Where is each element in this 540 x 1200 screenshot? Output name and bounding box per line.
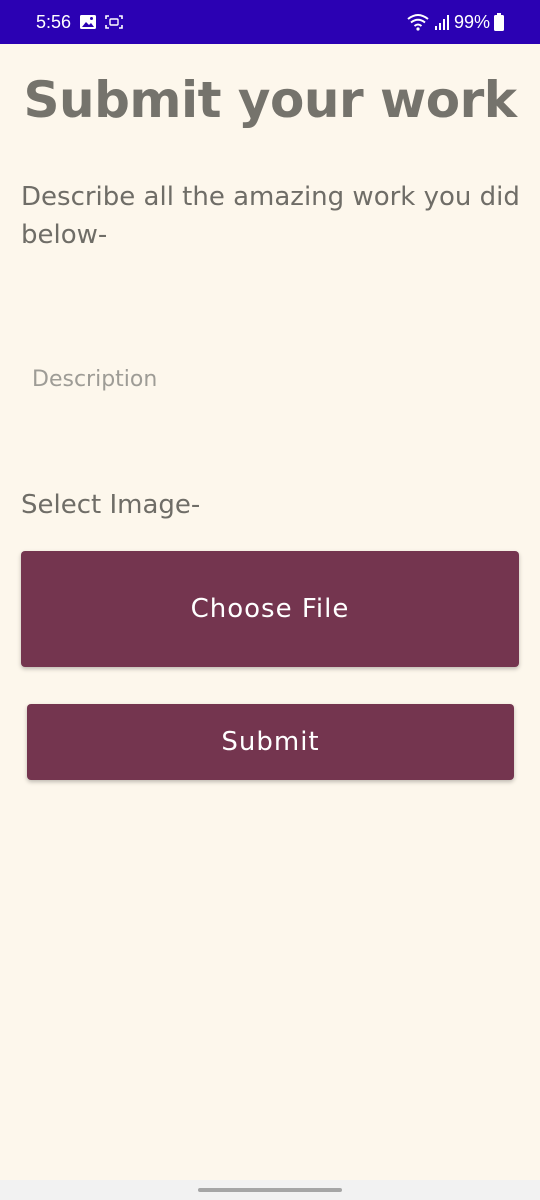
home-gesture-handle[interactable]: [198, 1188, 342, 1192]
status-left: 5:56: [36, 12, 123, 33]
wifi-icon: [406, 13, 430, 31]
intro-text: Describe all the amazing work you did be…: [21, 182, 520, 250]
screenshot-icon: [105, 14, 123, 30]
navigation-bar: [0, 1180, 540, 1200]
status-time: 5:56: [36, 11, 72, 32]
description-input[interactable]: [21, 334, 519, 424]
signal-icon: [434, 13, 450, 31]
submit-label: Submit: [221, 727, 320, 757]
battery-percent: 99%: [453, 11, 490, 32]
image-icon: [79, 14, 97, 30]
battery-icon: [494, 13, 504, 31]
status-bar: 5:56 99%: [0, 0, 540, 44]
status-right: 99%: [406, 12, 504, 33]
page-title: Submit your work: [23, 71, 517, 129]
choose-file-label: Choose File: [190, 594, 350, 624]
choose-file-button[interactable]: Choose File: [21, 551, 519, 667]
submit-button[interactable]: Submit: [27, 704, 514, 780]
select-image-label: Select Image-: [21, 490, 201, 520]
